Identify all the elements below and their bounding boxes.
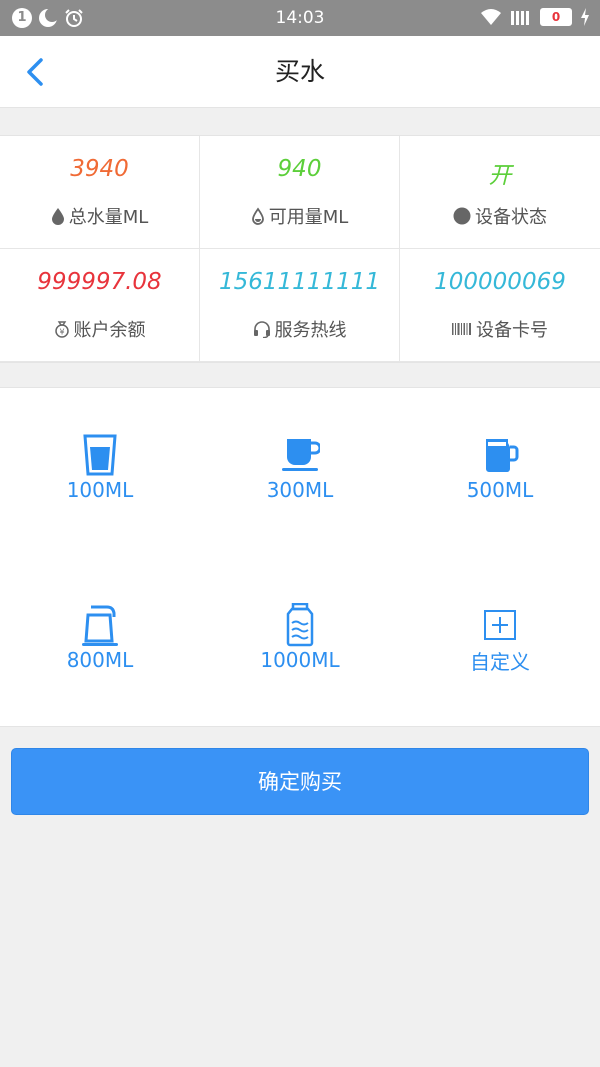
stat-label: 服务热线	[274, 320, 347, 341]
barcode-icon	[452, 323, 471, 335]
option-label: 自定义	[470, 650, 530, 674]
stat-label: 设备状态	[475, 207, 547, 228]
option-label: 1000ML	[260, 648, 340, 672]
option-label: 100ML	[66, 478, 134, 502]
stat-label: 总水量ML	[68, 207, 149, 228]
signal-icon	[511, 11, 529, 25]
water-drop-outline-icon	[251, 207, 264, 225]
stat-value: 940	[277, 156, 322, 182]
stat-value: 开	[488, 163, 512, 189]
stat-total-water: 3940 总水量ML	[0, 136, 200, 249]
option-label: 800ML	[66, 648, 134, 672]
stat-value: 3940	[70, 156, 129, 182]
stat-label: 账户余额	[73, 320, 146, 341]
plus-box-icon	[484, 610, 516, 640]
money-bag-icon: ¥	[54, 321, 69, 338]
option-1000ml[interactable]: 1000ML	[200, 558, 400, 728]
battery-level: 0	[551, 10, 561, 24]
stat-available-water: 940 可用量ML	[200, 136, 400, 249]
wifi-icon	[481, 9, 501, 25]
charging-bolt-icon	[581, 8, 589, 26]
stat-account-balance: 999997.08 ¥ 账户余额	[0, 249, 200, 362]
nav-bar: 买水	[0, 36, 600, 108]
status-dot-icon	[453, 207, 471, 225]
stat-service-hotline[interactable]: 15611111111 服务热线	[200, 249, 400, 362]
stat-label: 可用量ML	[268, 207, 349, 228]
cup-icon	[282, 439, 320, 471]
kettle-icon	[82, 605, 118, 646]
stat-value: 100000069	[434, 269, 566, 295]
stat-value: 15611111111	[219, 269, 380, 295]
svg-text:¥: ¥	[59, 328, 64, 337]
stat-value: 999997.08	[37, 269, 162, 295]
option-800ml[interactable]: 800ML	[0, 558, 200, 728]
stat-device-status: 开 设备状态	[400, 136, 600, 249]
volume-options: 100ML 300ML 500ML 800ML 1000ML 自定义	[0, 387, 600, 727]
page-title: 买水	[274, 57, 325, 86]
stats-grid: 3940 总水量ML 940 可用量ML 开 设备状态 999997.08 ¥ …	[0, 135, 600, 363]
water-drop-icon	[51, 208, 64, 225]
option-300ml[interactable]: 300ML	[200, 388, 400, 558]
pitcher-icon	[486, 439, 519, 472]
option-label: 300ML	[266, 478, 334, 502]
option-500ml[interactable]: 500ML	[400, 388, 600, 558]
status-bar: 1 14:03 0	[0, 0, 600, 36]
status-icons-right: 0	[480, 7, 590, 27]
battery-icon: 0	[540, 8, 572, 26]
stat-device-card: 100000069 设备卡号	[400, 249, 600, 362]
option-custom[interactable]: 自定义	[400, 558, 600, 728]
option-label: 500ML	[466, 478, 534, 502]
glass-icon	[83, 434, 117, 476]
stat-label: 设备卡号	[476, 320, 548, 341]
headset-icon	[253, 321, 270, 338]
option-100ml[interactable]: 100ML	[0, 388, 200, 558]
water-jug-icon	[286, 603, 314, 647]
confirm-buy-button[interactable]: 确定购买	[11, 748, 589, 815]
